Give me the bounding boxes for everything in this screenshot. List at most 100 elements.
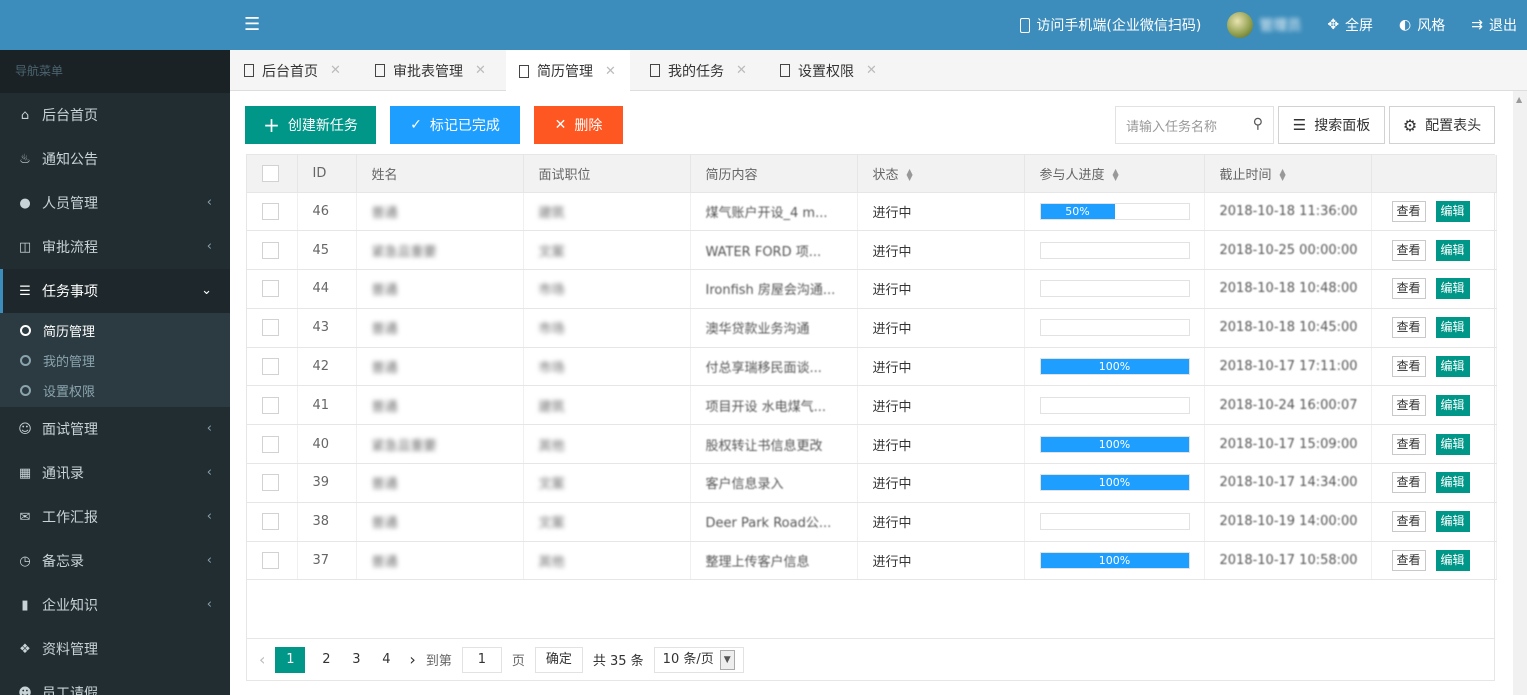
- view-button[interactable]: 查看: [1391, 239, 1426, 261]
- chevron-left-icon[interactable]: ‹: [259, 650, 265, 669]
- view-button[interactable]: 查看: [1391, 317, 1426, 339]
- view-button[interactable]: 查看: [1391, 550, 1426, 572]
- tab-resume[interactable]: 简历管理 ✕: [506, 50, 630, 92]
- sidebar-subitem-my-manage[interactable]: 我的管理: [0, 345, 230, 375]
- theme-button[interactable]: ◐ 风格: [1399, 15, 1445, 35]
- cell-name-text: 普通: [371, 361, 398, 377]
- view-button[interactable]: 查看: [1391, 200, 1426, 222]
- sidebar-item-knowledge[interactable]: ▮ 企业知识 ‹: [0, 583, 230, 627]
- row-checkbox[interactable]: [262, 474, 279, 492]
- row-checkbox[interactable]: [262, 319, 279, 337]
- select-all-checkbox[interactable]: [262, 164, 279, 182]
- sort-icon[interactable]: ▲ ▼: [1113, 168, 1119, 182]
- config-header-button[interactable]: ⚙ 配置表头: [1389, 106, 1495, 144]
- user-menu[interactable]: 管理员: [1227, 12, 1301, 38]
- view-button[interactable]: 查看: [1391, 511, 1426, 533]
- close-icon[interactable]: ✕: [605, 64, 616, 79]
- sidebar-item-approval[interactable]: ◫ 审批流程 ‹: [0, 225, 230, 269]
- tab-my-tasks[interactable]: 我的任务 ✕: [650, 50, 747, 91]
- cell-id: 43: [297, 308, 357, 348]
- cell-content-text: WATER FORD 项...: [705, 244, 822, 260]
- row-checkbox[interactable]: [262, 435, 279, 453]
- close-icon[interactable]: ✕: [475, 63, 486, 78]
- close-icon[interactable]: ✕: [866, 63, 877, 78]
- row-checkbox[interactable]: [262, 513, 279, 531]
- sidebar-item-interview[interactable]: ☺ 面试管理 ‹: [0, 407, 230, 451]
- cell-progress: 100%: [1024, 424, 1205, 465]
- page-1[interactable]: 1: [275, 646, 306, 673]
- mobile-link[interactable]: 访问手机端(企业微信扫码): [1020, 15, 1201, 35]
- page-size-select[interactable]: 10 条/页 ▼: [653, 646, 744, 673]
- cell-name-text: 普通: [371, 322, 398, 338]
- tab-permissions[interactable]: 设置权限 ✕: [780, 50, 877, 91]
- cell-position: 其他: [523, 541, 691, 581]
- row-checkbox[interactable]: [262, 552, 279, 570]
- sidebar-item-personnel[interactable]: ● 人员管理 ‹: [0, 181, 230, 225]
- edit-button[interactable]: 编辑: [1435, 317, 1470, 339]
- edit-button[interactable]: 编辑: [1435, 200, 1470, 222]
- create-task-button[interactable]: + 创建新任务: [245, 106, 376, 144]
- header-progress[interactable]: 参与人进度 ▲ ▼: [1024, 155, 1205, 193]
- logout-button[interactable]: ⇉ 退出: [1471, 15, 1517, 35]
- cell-content-text: 客户信息录入: [705, 477, 784, 493]
- tab-home[interactable]: 后台首页 ✕: [244, 50, 341, 91]
- row-checkbox[interactable]: [262, 280, 279, 298]
- sidebar-item-notice[interactable]: ♨ 通知公告: [0, 137, 230, 181]
- edit-button[interactable]: 编辑: [1435, 472, 1470, 494]
- mobile-icon: [1020, 17, 1031, 33]
- page-2[interactable]: 2: [311, 647, 341, 673]
- edit-button[interactable]: 编辑: [1435, 433, 1470, 455]
- sidebar-subitem-label: 我的管理: [43, 354, 96, 370]
- cell-content: WATER FORD 项...: [690, 230, 858, 271]
- view-button[interactable]: 查看: [1391, 433, 1426, 455]
- vertical-scrollbar[interactable]: ▲: [1513, 91, 1527, 695]
- view-button[interactable]: 查看: [1391, 356, 1426, 378]
- page-3[interactable]: 3: [341, 647, 371, 673]
- sidebar-item-leave[interactable]: ☻ 员工请假: [0, 671, 230, 695]
- sort-icon[interactable]: ▲ ▼: [907, 168, 913, 182]
- edit-button[interactable]: 编辑: [1435, 356, 1470, 378]
- header-deadline[interactable]: 截止时间 ▲ ▼: [1204, 155, 1372, 193]
- cell-id: 42: [297, 347, 357, 387]
- scroll-up-icon[interactable]: ▲: [1516, 95, 1522, 104]
- menu-toggle-icon[interactable]: ☰: [244, 15, 260, 35]
- search-icon[interactable]: ⚲: [1253, 116, 1263, 132]
- view-button[interactable]: 查看: [1391, 278, 1426, 300]
- row-checkbox[interactable]: [262, 202, 279, 220]
- row-checkbox[interactable]: [262, 241, 279, 259]
- sidebar-item-memo[interactable]: ◷ 备忘录 ‹: [0, 539, 230, 583]
- task-table: ID 姓名 面试职位 简历内容 状态 ▲ ▼ 参与人进度 ▲ ▼ 截止时间 ▲ ▼ 46 普通…: [246, 154, 1497, 681]
- fullscreen-button[interactable]: ✥ 全屏: [1327, 15, 1373, 35]
- sidebar-item-tasks[interactable]: ☰ 任务事项 ⌄: [0, 269, 230, 313]
- close-icon[interactable]: ✕: [330, 63, 341, 78]
- page-4[interactable]: 4: [371, 647, 401, 673]
- close-icon[interactable]: ✕: [736, 63, 747, 78]
- sidebar-item-contacts[interactable]: ▦ 通讯录 ‹: [0, 451, 230, 495]
- view-button[interactable]: 查看: [1391, 394, 1426, 416]
- search-panel-button[interactable]: ☰ 搜索面板: [1278, 106, 1385, 144]
- header-status[interactable]: 状态 ▲ ▼: [857, 155, 1025, 193]
- confirm-page-button[interactable]: 确定: [534, 646, 583, 673]
- delete-button[interactable]: ✕ 删除: [534, 106, 623, 144]
- view-button[interactable]: 查看: [1391, 472, 1426, 494]
- sidebar-item-materials[interactable]: ❖ 资料管理: [0, 627, 230, 671]
- chevron-left-icon: ‹: [206, 597, 212, 612]
- cell-deadline-text: 2018-10-25 00:00:00: [1219, 242, 1358, 258]
- chevron-right-icon[interactable]: ›: [409, 650, 415, 669]
- row-checkbox[interactable]: [262, 396, 279, 414]
- edit-button[interactable]: 编辑: [1435, 511, 1470, 533]
- edit-button[interactable]: 编辑: [1435, 239, 1470, 261]
- tab-approval-forms[interactable]: 审批表管理 ✕: [375, 50, 486, 91]
- row-checkbox[interactable]: [262, 358, 279, 376]
- page-number-input[interactable]: 1: [461, 646, 502, 673]
- edit-button[interactable]: 编辑: [1435, 550, 1470, 572]
- sidebar-subitem-resume[interactable]: 简历管理: [0, 315, 230, 345]
- mark-done-button[interactable]: ✓ 标记已完成: [390, 106, 520, 144]
- search-input[interactable]: 请输入任务名称 ⚲: [1115, 106, 1274, 144]
- edit-button[interactable]: 编辑: [1435, 278, 1470, 300]
- sidebar-subitem-permissions[interactable]: 设置权限: [0, 375, 230, 405]
- edit-button[interactable]: 编辑: [1435, 394, 1470, 416]
- sort-icon[interactable]: ▲ ▼: [1280, 168, 1286, 182]
- sidebar-item-report[interactable]: ✉ 工作汇报 ‹: [0, 495, 230, 539]
- sidebar-item-home[interactable]: ⌂ 后台首页: [0, 93, 230, 137]
